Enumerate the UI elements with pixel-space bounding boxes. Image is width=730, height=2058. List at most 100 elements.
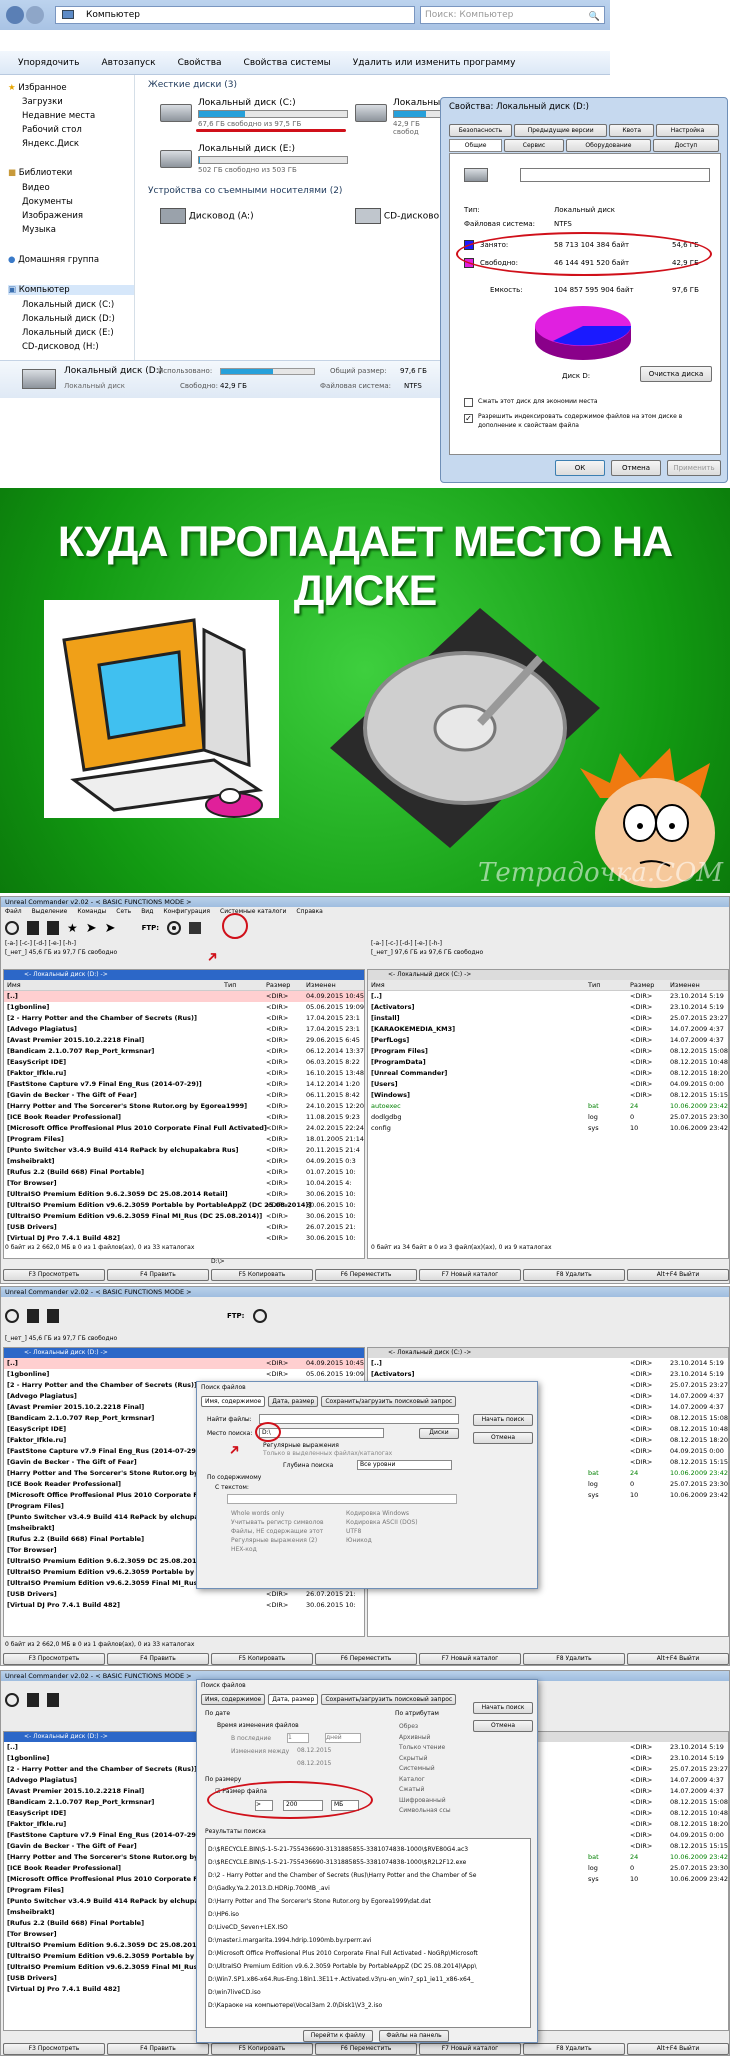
right-drive-buttons[interactable]: [-a-] [-c-] [-d-] [-e-] [-h-] <box>371 940 442 947</box>
alt-f4-button[interactable]: Alt+F4 Выйти <box>627 1653 729 1665</box>
sidebar-drive-h[interactable]: CD-дисковод (H:) <box>22 342 99 352</box>
opt-whole-words[interactable]: Whole words only <box>231 1510 346 1517</box>
f6-button[interactable]: F6 Переместить <box>315 1653 417 1665</box>
files-to-panel-button[interactable]: Файлы на панель <box>379 2030 449 2042</box>
f4-button[interactable]: F4 Править <box>107 2043 209 2055</box>
table-row[interactable]: autoexec bat 24 10.06.2009 23:42 <box>368 1101 728 1112</box>
result-item[interactable]: D:\HP6.iso <box>208 1908 528 1921</box>
menu-net[interactable]: Сеть <box>116 907 131 916</box>
sidebar-item-images[interactable]: Изображения <box>22 211 83 221</box>
volume-label-input[interactable] <box>520 168 710 182</box>
col-size[interactable]: Размер <box>630 980 654 990</box>
text-input[interactable] <box>227 1494 457 1504</box>
attr-option[interactable]: Только чтение <box>399 1743 464 1754</box>
tab-date-size[interactable]: Дата, размер <box>268 1694 319 1705</box>
table-row[interactable]: [Advego Plagiatus] <DIR> 17.04.2015 23:1 <box>4 1024 364 1035</box>
result-item[interactable]: D:\2 - Harry Potter and the Chamber of S… <box>208 1869 528 1882</box>
alt-f4-button[interactable]: Alt+F4 Выйти <box>627 1269 729 1281</box>
menu-file[interactable]: Файл <box>5 907 22 916</box>
compare-icon[interactable] <box>189 922 202 934</box>
opt-utf8[interactable]: UTF8 <box>346 1528 461 1535</box>
table-row[interactable]: [Users] <DIR> 04.09.2015 0:00 <box>368 1079 728 1090</box>
col-type[interactable]: Тип <box>588 980 600 990</box>
menu-config[interactable]: Конфигурация <box>163 907 210 916</box>
table-row[interactable]: dodlgdbg log 0 25.07.2015 23:30 <box>368 1112 728 1123</box>
command-prompt[interactable]: D:\> <box>211 1258 225 1265</box>
table-row[interactable]: [1gbonline] <DIR> 05.06.2015 19:09 <box>4 1369 364 1380</box>
toolbar-system-properties[interactable]: Свойства системы <box>244 58 331 68</box>
result-item[interactable]: D:\$RECYCLE.BIN\S-1-5-21-755436690-31318… <box>208 1856 528 1869</box>
f7-button[interactable]: F7 Новый каталог <box>419 1653 521 1665</box>
depth-select[interactable]: Все уровни <box>357 1460 452 1470</box>
table-row[interactable]: [Virtual DJ Pro 7.4.1 Build 482] <DIR> 30.… <box>4 1600 364 1611</box>
table-row[interactable]: [EasyScript IDE] <DIR> 06.03.2015 8:22 <box>4 1057 364 1068</box>
attr-option[interactable]: Шифрованный <box>399 1796 464 1807</box>
table-row[interactable]: [UltraISO Premium Edition v9.6.2.3059 Po… <box>4 1200 364 1211</box>
attr-option[interactable]: Сжатый <box>399 1785 464 1796</box>
tab-name-content[interactable]: Имя, содержимое <box>201 1396 266 1407</box>
table-row[interactable]: [..] <DIR> 04.09.2015 10:45 <box>4 1358 364 1369</box>
compress-checkbox[interactable] <box>464 398 473 407</box>
table-row[interactable]: [Gavin de Becker - The Gift of Fear] <DIR… <box>4 1090 364 1101</box>
attr-option[interactable]: Каталог <box>399 1775 464 1786</box>
go-to-file-button[interactable]: Перейти к файлу <box>303 2030 373 2042</box>
tab-save-load[interactable]: Сохранить/загрузить поисковый запрос <box>321 1694 457 1705</box>
result-item[interactable]: D:\LiveCD_Seven+LEX.ISO <box>208 1921 528 1934</box>
f3-button[interactable]: F3 Просмотреть <box>3 2043 105 2055</box>
select-all-icon[interactable]: ★ <box>67 921 78 935</box>
attr-option[interactable]: Системный <box>399 1764 464 1775</box>
f5-button[interactable]: F5 Копировать <box>211 2043 313 2055</box>
find-input[interactable] <box>259 1414 459 1424</box>
table-row[interactable]: [..] <DIR> 23.10.2014 5:19 <box>368 991 728 1002</box>
address-field[interactable]: Компьютер <box>55 6 415 24</box>
col-modified[interactable]: Изменен <box>306 980 336 990</box>
disks-button[interactable]: Диски <box>419 1428 459 1439</box>
f5-button[interactable]: F5 Копировать <box>211 1653 313 1665</box>
tab-save-load[interactable]: Сохранить/загрузить поисковый запрос <box>321 1396 457 1407</box>
sidebar-item-desktop[interactable]: Рабочий стол <box>22 125 82 135</box>
result-item[interactable]: D:\UltraISO Premium Edition v9.6.2.3059 … <box>208 1960 528 1973</box>
table-row[interactable]: [UltraISO Premium Edition 9.6.2.3059 DC … <box>4 1189 364 1200</box>
menu-help[interactable]: Справка <box>296 907 322 916</box>
homegroup-item[interactable]: ● Домашняя группа <box>8 255 99 265</box>
brief-view-icon[interactable] <box>27 921 39 935</box>
sidebar-drive-d[interactable]: Локальный диск (D:) <box>22 314 115 324</box>
result-item[interactable]: D:\Win7.SP1.x86-x64.Rus-Eng.18in1.3E11+.… <box>208 1973 528 1986</box>
result-item[interactable]: D:\Harry Potter and The Sorcerer's Stone… <box>208 1895 528 1908</box>
refresh-icon[interactable] <box>5 1309 19 1323</box>
f6-button[interactable]: F6 Переместить <box>315 1269 417 1281</box>
cancel-search-button[interactable]: Отмена <box>473 1720 533 1732</box>
libraries-header[interactable]: ■ Библиотеки <box>8 168 72 178</box>
date-to[interactable]: 08.12.2015 <box>297 1760 331 1767</box>
col-size[interactable]: Размер <box>266 980 290 990</box>
computer-item[interactable]: ▣ Компьютер <box>8 285 134 295</box>
toolbar-autoplay[interactable]: Автозапуск <box>101 58 155 68</box>
table-row[interactable]: [Faktor_Ifkle.ru] <DIR> 16.10.2015 13:48 <box>4 1068 364 1079</box>
sidebar-item-documents[interactable]: Документы <box>22 197 73 207</box>
col-type[interactable]: Тип <box>224 980 236 990</box>
table-row[interactable]: [Microsoft Office Proffesional Plus 2010… <box>4 1123 364 1134</box>
f3-button[interactable]: F3 Просмотреть <box>3 1269 105 1281</box>
table-row[interactable]: config sys 10 10.06.2009 23:42 <box>368 1123 728 1134</box>
table-row[interactable]: [USB Drivers] <DIR> 26.07.2015 21: <box>4 1222 364 1233</box>
table-row[interactable]: [ProgramData] <DIR> 08.12.2015 10:48 <box>368 1057 728 1068</box>
result-item[interactable]: D:\Караоке на компьютере\Vocal3am 2.0\Di… <box>208 1999 528 2012</box>
table-row[interactable]: [UltraISO Premium Edition v9.6.2.3059 Fi… <box>4 1211 364 1222</box>
opt-unicode[interactable]: Юникод <box>346 1537 461 1544</box>
table-row[interactable]: [Activators] <DIR> 23.10.2014 5:19 <box>368 1002 728 1013</box>
cancel-search-button[interactable]: Отмена <box>473 1432 533 1444</box>
tab-sharing[interactable]: Доступ <box>653 139 719 152</box>
table-row[interactable]: [..] <DIR> 23.10.2014 5:19 <box>368 1358 728 1369</box>
tab-name-content[interactable]: Имя, содержимое <box>201 1694 266 1705</box>
table-row[interactable]: [Avast Premier 2015.10.2.2218 Final] <DIR… <box>4 1035 364 1046</box>
tab-date-size[interactable]: Дата, размер <box>268 1396 319 1407</box>
result-item[interactable]: D:\master.i.margarita.1994.hdrip.1090mb.… <box>208 1934 528 1947</box>
favorites-header[interactable]: ★ Избранное <box>8 83 67 93</box>
search-input[interactable]: Поиск: Компьютер 🔍 <box>420 6 605 24</box>
f6-button[interactable]: F6 Переместить <box>315 2043 417 2055</box>
start-search-button[interactable]: Начать поиск <box>473 1414 533 1426</box>
col-modified[interactable]: Изменен <box>670 980 700 990</box>
tab-tools[interactable]: Сервис <box>504 139 564 152</box>
f3-button[interactable]: F3 Просмотреть <box>3 1653 105 1665</box>
opt-regex2[interactable]: Регулярные выражения (2) <box>231 1537 346 1544</box>
